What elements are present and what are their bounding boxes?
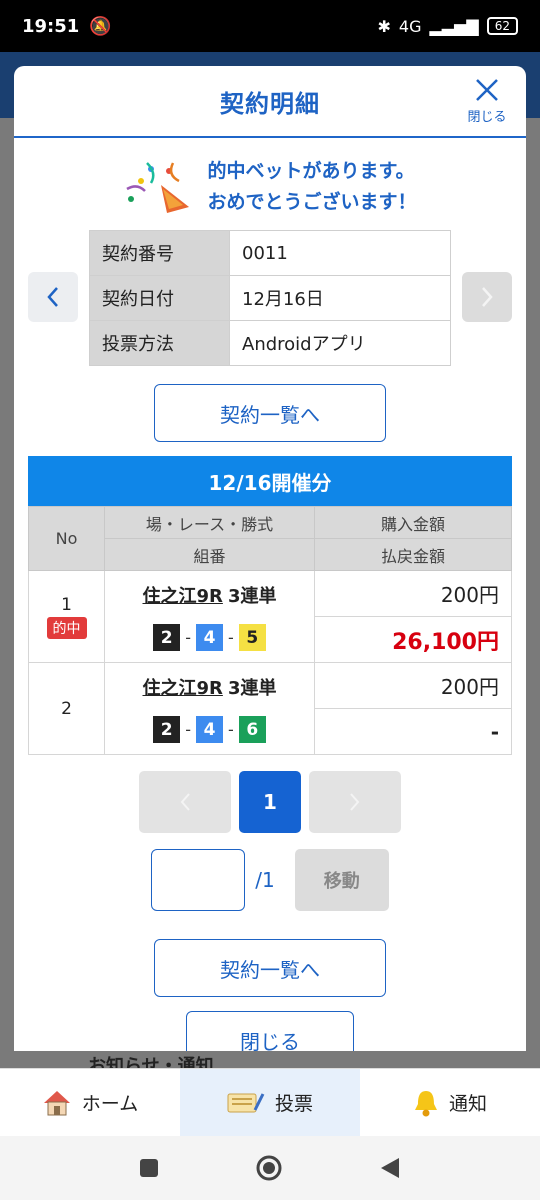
party-popper-icon xyxy=(126,162,190,213)
bluetooth-icon: ✱ xyxy=(377,16,391,36)
recents-icon[interactable] xyxy=(139,1158,159,1178)
boat-number: 4 xyxy=(196,624,223,651)
separator: - xyxy=(228,720,234,739)
col-race: 場・レース・勝式 xyxy=(104,506,315,539)
network-label: 4G xyxy=(398,16,422,36)
tab-label: 通知 xyxy=(448,1093,487,1115)
status-bar: 19:51 🔕 ✱ 4G ▂▃▅▇ 62 xyxy=(0,0,540,52)
home-icon xyxy=(43,1090,70,1115)
info-row-date: 契約日付 12月16日 xyxy=(89,275,451,321)
info-value: Androidアプリ xyxy=(229,320,451,366)
info-row-number: 契約番号 0011 xyxy=(89,230,451,276)
purchase-amount: 200円 xyxy=(314,570,512,617)
contract-list-button-bottom[interactable]: 契約一覧へ xyxy=(154,939,386,997)
col-no: No xyxy=(28,506,105,571)
hit-badge: 的中 xyxy=(46,616,87,639)
info-key: 投票方法 xyxy=(89,320,230,366)
contract-info-table: 契約番号 0011 契約日付 12月16日 投票方法 Androidアプリ xyxy=(89,230,451,366)
col-purchase: 購入金額 xyxy=(314,506,512,539)
race-link[interactable]: 住之江9R xyxy=(142,678,222,699)
hit-message-line2: おめでとうございます！ xyxy=(207,191,417,213)
race-date-heading: 12/16開催分 xyxy=(28,456,512,506)
close-label: 閉じる xyxy=(467,110,507,125)
info-value: 0011 xyxy=(229,230,451,276)
bets-table: No 場・レース・勝式 購入金額 組番 払戻金額 1 的中 住之江9R 3連単 … xyxy=(28,506,512,755)
page-number-input[interactable] xyxy=(151,849,246,911)
table-row: 2 住之江9R 3連単 2 - 4 - 6 200円 xyxy=(28,662,512,755)
bet-kind: 3連単 xyxy=(227,586,277,607)
system-nav-bar xyxy=(0,1136,540,1200)
bet-no-cell: 2 xyxy=(28,662,105,755)
pagination: 1 xyxy=(14,771,526,833)
chevron-left-icon xyxy=(47,287,58,307)
chevron-left-icon xyxy=(180,793,190,811)
combination: 2 - 4 - 6 xyxy=(105,716,314,743)
close-icon xyxy=(476,79,498,101)
modal-title: 契約明細 xyxy=(220,89,320,118)
info-key: 契約日付 xyxy=(89,275,230,321)
hit-message-line1: 的中ベットがあります。 xyxy=(207,160,415,182)
table-row: 1 的中 住之江9R 3連単 2 - 4 - 5 200円 xyxy=(28,570,512,663)
tab-home[interactable]: ホーム xyxy=(0,1069,180,1136)
info-key: 契約番号 xyxy=(89,230,230,276)
boat-number: 5 xyxy=(238,624,266,651)
page-jump: /1 移動 xyxy=(14,849,526,911)
tab-label: 投票 xyxy=(274,1093,313,1115)
bottom-tab-bar: ホーム 投票 通知 xyxy=(0,1068,540,1136)
info-value: 12月16日 xyxy=(229,275,451,321)
chevron-right-icon xyxy=(482,287,493,307)
chevron-right-icon xyxy=(350,793,360,811)
prev-contract-button[interactable] xyxy=(28,272,78,322)
separator: - xyxy=(228,628,234,647)
contract-list-button[interactable]: 契約一覧へ xyxy=(154,384,386,442)
page-button-current[interactable]: 1 xyxy=(239,771,301,833)
separator: - xyxy=(185,720,191,739)
contract-info-section: 契約番号 0011 契約日付 12月16日 投票方法 Androidアプリ xyxy=(14,230,526,368)
combination: 2 - 4 - 5 xyxy=(105,624,314,651)
bet-no: 1 xyxy=(61,594,72,615)
col-combo: 組番 xyxy=(104,538,315,571)
race-link[interactable]: 住之江9R xyxy=(142,586,222,607)
bet-kind: 3連単 xyxy=(227,678,277,699)
hit-message: 的中ベットがあります。 おめでとうございます！ xyxy=(14,156,526,218)
page-total: /1 xyxy=(255,868,275,892)
bell-icon xyxy=(414,1090,437,1116)
tab-label: ホーム xyxy=(81,1093,139,1115)
close-modal-button[interactable]: 閉じる xyxy=(462,76,512,125)
tab-vote[interactable]: 投票 xyxy=(180,1069,360,1136)
col-refund: 払戻金額 xyxy=(314,538,512,571)
bet-no: 2 xyxy=(61,698,72,719)
boat-number: 4 xyxy=(196,716,223,743)
bet-combo-cell: 住之江9R 3連単 2 - 4 - 6 xyxy=(104,662,315,755)
status-time: 19:51 xyxy=(22,15,80,37)
battery-indicator: 62 xyxy=(486,17,518,35)
boat-number: 2 xyxy=(153,624,181,651)
next-page-button[interactable] xyxy=(309,771,401,833)
bet-no-cell: 1 的中 xyxy=(28,570,105,663)
ticket-icon xyxy=(227,1092,265,1112)
move-button[interactable]: 移動 xyxy=(294,849,389,911)
home-circle-icon[interactable] xyxy=(255,1154,283,1182)
prev-page-button[interactable] xyxy=(139,771,231,833)
boat-number: 2 xyxy=(153,716,181,743)
status-icons: ✱ 4G ▂▃▅▇ 62 xyxy=(378,17,518,36)
boat-number: 6 xyxy=(238,716,266,743)
next-contract-button[interactable] xyxy=(462,272,512,322)
modal-header: 契約明細 閉じる xyxy=(14,66,526,138)
contract-detail-modal: 契約明細 閉じる 的中ベットがあります。 おめでとうございます！ 契約番号 00… xyxy=(14,66,526,1051)
tab-notify[interactable]: 通知 xyxy=(360,1069,540,1136)
close-button[interactable]: 閉じる xyxy=(186,1011,354,1051)
table-header-row: No 場・レース・勝式 購入金額 xyxy=(28,506,512,571)
mute-bell-icon: 🔕 xyxy=(89,15,112,37)
separator: - xyxy=(185,628,191,647)
info-row-method: 投票方法 Androidアプリ xyxy=(89,320,451,366)
back-icon[interactable] xyxy=(379,1156,401,1180)
signal-icon: ▂▃▅▇ xyxy=(429,16,479,36)
refund-amount: 26,100円 xyxy=(314,616,512,663)
bet-combo-cell: 住之江9R 3連単 2 - 4 - 5 xyxy=(104,570,315,663)
purchase-amount: 200円 xyxy=(314,662,512,709)
refund-amount: - xyxy=(314,708,512,755)
